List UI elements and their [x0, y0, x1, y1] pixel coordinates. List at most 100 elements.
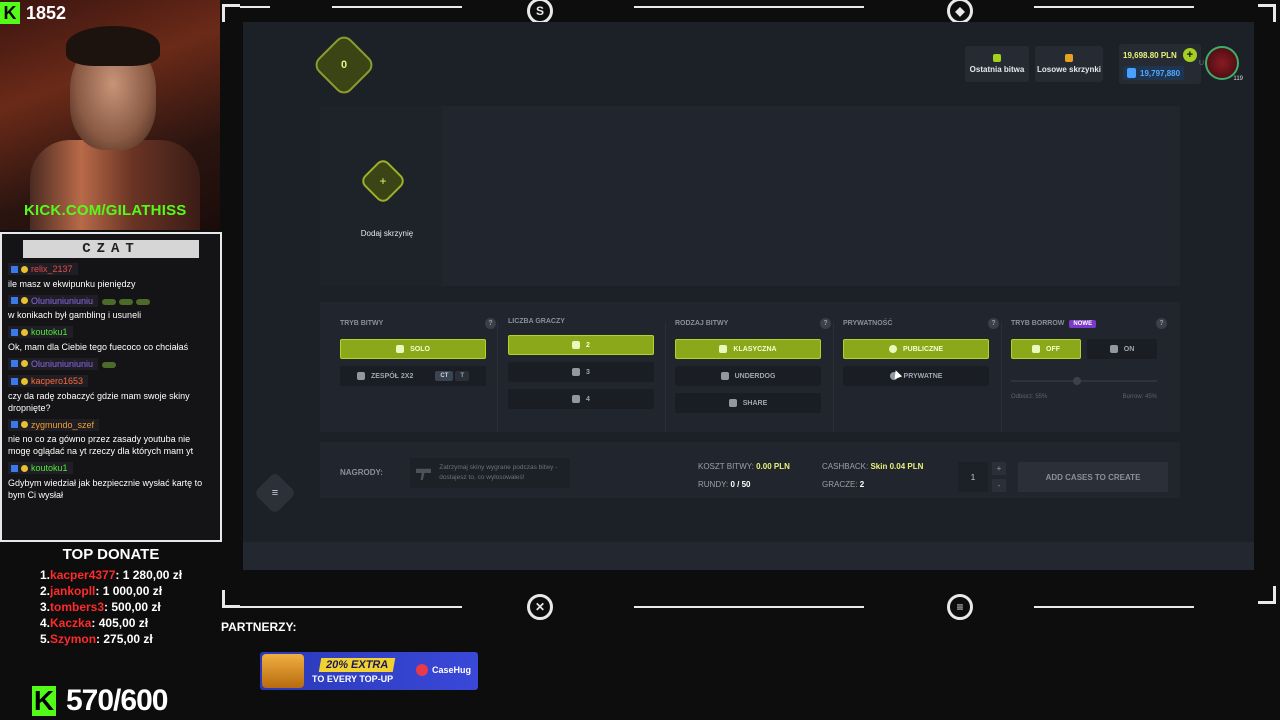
target-logo-icon: ◆ [947, 0, 973, 24]
coin-badge-icon [21, 360, 28, 367]
borrow-slider-thumb[interactable] [1073, 377, 1082, 385]
donor-amount: : 1 280,00 zł [115, 568, 183, 582]
type-share-label: SHARE [742, 399, 768, 407]
help-icon[interactable]: ? [988, 318, 999, 329]
last-battle-button[interactable]: Ostatnia bitwa [965, 46, 1029, 82]
player-count-title: LICZBA GRACZY [508, 318, 664, 325]
donor-name: kacper4377 [50, 568, 116, 582]
moderator-badge-icon [11, 464, 18, 472]
chat-username[interactable]: relix_2137 [8, 263, 78, 275]
chat-username[interactable]: zygmundo_szef [8, 418, 100, 431]
privacy-title-text: PRYWATNOŚĆ [843, 320, 893, 327]
coin-badge-icon [21, 297, 28, 304]
add-case-button[interactable]: + [358, 156, 408, 206]
section-divider [665, 322, 666, 432]
privacy-public-option[interactable]: PUBLICZNE [843, 339, 989, 359]
donor-rank: 1. [40, 568, 51, 582]
emote-icon [119, 298, 134, 305]
promo-brand-name: CaseHug [432, 665, 472, 675]
casehug-logo-icon [416, 664, 428, 676]
donor-amount: : 405,00 zł [91, 616, 149, 630]
battle-settings: TRYB BITWY? SOLO ZESPÓŁ 2X2 CT T LICZBA … [320, 302, 1180, 432]
chat-username[interactable]: Oluniuniuniuniu [8, 294, 99, 307]
moderator-badge-icon [11, 265, 18, 273]
donor-rank: 3. [40, 600, 51, 614]
coin-badge-icon [21, 464, 28, 472]
chat-username-text: Oluniuniuniuniu [31, 358, 94, 369]
type-share-option[interactable]: SHARE [675, 393, 821, 413]
chat-panel: CZAT relix_2137 ile masz w ekwipunku pien… [0, 232, 222, 542]
chat-username[interactable]: koutoku1 [8, 462, 73, 474]
donor-row: 3.tombers3: 500,00 zł [0, 599, 222, 615]
chat-bubble-icon: ≡ [271, 487, 279, 499]
donor-name: jankopll [50, 584, 96, 598]
chat-message: zygmundo_szef nie no co za gówno przez za… [2, 418, 220, 462]
frame-line [332, 6, 462, 8]
help-icon[interactable]: ? [820, 318, 831, 329]
user-avatar[interactable]: U 119 [1199, 46, 1243, 82]
rewards-text: Zatrzymaj skiny wygrane podczas bitwy - … [439, 464, 558, 481]
chat-fab-button[interactable]: ≡ [253, 471, 297, 515]
players-3-label: 3 [586, 368, 590, 376]
coin-badge-icon [21, 328, 28, 336]
site-bottom-bar [243, 542, 1254, 570]
chat-username[interactable]: kacpero1653 [8, 375, 89, 387]
help-icon[interactable]: ? [485, 318, 496, 329]
emote-icon [136, 298, 151, 305]
cashback-value: Skin 0.04 PLN [870, 462, 924, 471]
mode-team-option[interactable]: ZESPÓŁ 2X2 CT T [340, 366, 486, 386]
side-ct-button[interactable]: CT [435, 371, 454, 381]
eye-icon [888, 345, 897, 353]
deposit-plus-icon[interactable]: + [1182, 48, 1197, 62]
quantity-input[interactable]: 1 [958, 462, 988, 492]
side-t-button[interactable]: T [455, 371, 470, 381]
players-3-option[interactable]: 3 [508, 362, 654, 382]
frame-line [1034, 606, 1194, 608]
add-case-card[interactable]: + Dodaj skrzynię [320, 106, 442, 286]
balance-badge[interactable]: 0 [311, 32, 377, 98]
bandage-icon [720, 372, 729, 380]
partners-label: PARTNERZY: [221, 620, 297, 634]
streamer-hair [66, 26, 160, 66]
type-classic-option[interactable]: KLASYCZNA [675, 339, 821, 359]
borrow-on-option[interactable]: ON [1087, 339, 1157, 359]
chat-username[interactable]: koutoku1 [8, 326, 73, 338]
chat-message-text: Gdybym wiedział jak bezpiecznie wysłać k… [8, 477, 203, 500]
users-icon [572, 395, 581, 403]
privacy-private-option[interactable]: PRYWATNE [843, 366, 989, 386]
create-battle-button[interactable]: ADD CASES TO CREATE [1018, 462, 1168, 492]
players-4-option[interactable]: 4 [508, 389, 654, 409]
chat-username[interactable]: Oluniuniuniuniu [8, 357, 99, 370]
chat-title: CZAT [23, 240, 199, 258]
borrow-off-option[interactable]: OFF [1011, 339, 1081, 359]
quantity-decrease-button[interactable]: - [992, 479, 1006, 492]
team-side-toggle: CT T [435, 371, 470, 381]
random-cases-button[interactable]: Losowe skrzynki [1035, 46, 1103, 82]
donor-list: 1.kacper4377: 1 280,00 zł 2.jankopll: 1 0… [0, 567, 222, 647]
battle-cost: KOSZT BITWY: 0.00 PLN [698, 462, 790, 471]
random-case-icon [1065, 54, 1073, 62]
type-underdog-option[interactable]: UNDERDOG [675, 366, 821, 386]
promo-banner[interactable]: 20% EXTRA TO EVERY TOP-UP CaseHug [260, 652, 478, 690]
rounds-value: 0 / 50 [730, 480, 751, 489]
help-icon[interactable]: ? [1156, 318, 1167, 329]
quantity-increase-button[interactable]: + [992, 462, 1006, 475]
battle-mode-title-text: TRYB BITWY [340, 320, 384, 327]
type-classic-label: KLASYCZNA [733, 345, 777, 353]
moderator-badge-icon [11, 377, 18, 385]
follower-counter: K 1852 [0, 2, 66, 24]
donor-name: tombers3 [50, 600, 105, 614]
mode-solo-option[interactable]: SOLO [340, 339, 486, 359]
donor-amount: : 500,00 zł [104, 600, 161, 614]
users-icon [572, 368, 581, 376]
players-2-option[interactable]: 2 [508, 335, 654, 355]
flame-icon [719, 345, 728, 353]
frame-line [1034, 6, 1194, 8]
borrow-slider[interactable] [1011, 377, 1157, 385]
type-underdog-label: UNDERDOG [734, 372, 776, 380]
coin-badge-icon [21, 421, 28, 428]
case-battle-site: 0 Ostatnia bitwa Losowe skrzynki 19,698.… [243, 22, 1254, 570]
battle-type-title-text: RODZAJ BITWY [675, 320, 729, 327]
donor-amount: : 1 000,00 zł [95, 584, 163, 598]
borrow-left-label: Odbiorz: 55% [1011, 394, 1048, 400]
